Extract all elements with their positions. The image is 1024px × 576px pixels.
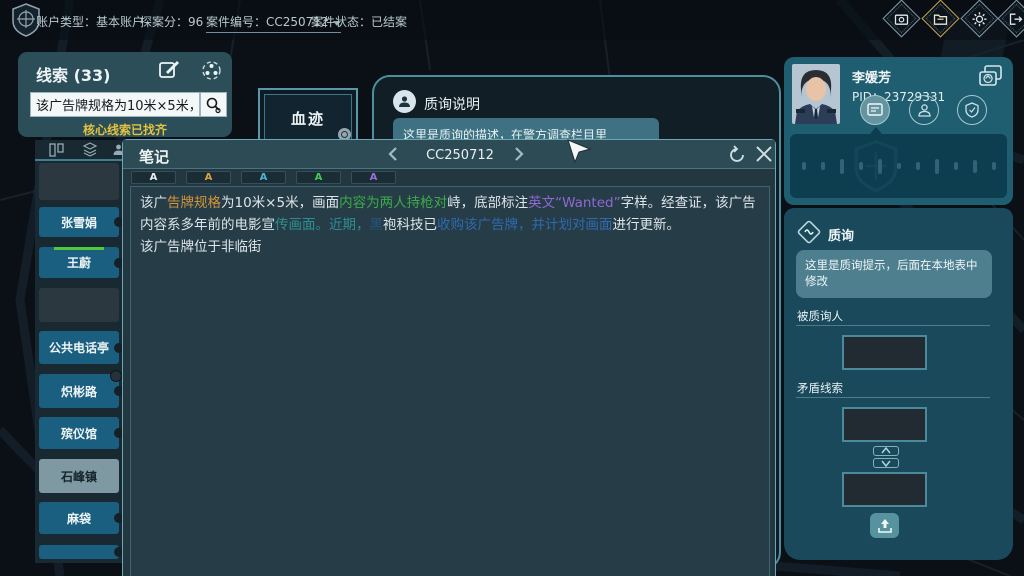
clue-item-selected[interactable]: 石峰镇 <box>39 459 119 493</box>
clue-item[interactable]: 麻袋 <box>39 502 119 534</box>
active-tab-pointer <box>870 127 882 134</box>
inquiry-tip: 这里是质询提示，后面在本地表中修改 <box>796 250 992 298</box>
close-icon[interactable] <box>754 144 774 164</box>
conflict-label: 矛盾线索 <box>797 380 843 396</box>
exit-icon <box>1010 12 1024 26</box>
timeline-scrubber[interactable] <box>790 134 1007 198</box>
clue-item[interactable]: 张雪娟 <box>39 207 119 237</box>
settings-button[interactable] <box>960 0 998 38</box>
down-icon <box>881 459 891 467</box>
capture-button[interactable] <box>882 0 920 38</box>
color-tabs: A A A A A <box>123 169 775 186</box>
badge-tab-button[interactable] <box>860 95 890 125</box>
mouse-cursor <box>565 137 593 165</box>
chevron-left-icon[interactable] <box>387 146 399 162</box>
inquiry-diamond-icon <box>796 219 822 245</box>
account-type: 账户类型：基本账户 <box>36 13 144 30</box>
color-tab-cyan[interactable]: A <box>241 171 286 184</box>
clue-slot-empty <box>39 288 119 322</box>
character-card: 李媛芳 PID：23729331 <box>784 57 1013 205</box>
exit-button[interactable] <box>997 0 1024 38</box>
switch-card-icon[interactable] <box>977 63 1005 91</box>
core-clues-status: 核心线索已找齐 <box>18 121 232 138</box>
inquiry-desc-avatar-icon <box>393 90 416 113</box>
color-tab-green[interactable]: A <box>296 171 341 184</box>
search-gear-icon <box>205 96 223 114</box>
conflict-drop-slot-2[interactable] <box>842 472 927 507</box>
inquiry-panel: 质询 这里是质询提示，后面在本地表中修改 被质询人 矛盾线索 <box>784 208 1013 560</box>
relation-graph-icon[interactable] <box>200 59 223 82</box>
game-screen: 账户类型：基本账户 探案分：96 案件编号：CC250712 案件状态：已结案 <box>0 0 1024 576</box>
clue-item[interactable]: 殡仪馆 <box>39 417 119 449</box>
color-tab-white[interactable]: A <box>131 171 176 184</box>
notes-modal: 笔记 CC250712 A A A A A 该广告牌规格为10米×5米，画面内容… <box>122 139 776 576</box>
sort-layers-icon[interactable] <box>82 142 98 157</box>
clue-search-input[interactable] <box>30 92 200 117</box>
badge-icon <box>867 103 883 117</box>
green-marker <box>54 247 104 250</box>
target-drop-slot[interactable] <box>842 335 927 370</box>
item-badge-icon <box>110 370 122 382</box>
settings-icon <box>972 11 987 26</box>
notes-text-area[interactable]: 该广告牌规格为10米×5米，画面内容为两人持枪对峙，底部标注英文“Wanted”… <box>130 186 770 576</box>
color-tab-orange[interactable]: A <box>186 171 231 184</box>
notes-title: 笔记 <box>139 146 169 167</box>
shield-tab-button[interactable] <box>957 95 987 125</box>
divider <box>796 325 990 326</box>
detective-score: 探案分：96 <box>140 13 203 30</box>
clue-item[interactable]: 公共电话亭 <box>39 331 119 364</box>
clue-item-partial[interactable] <box>39 545 119 559</box>
clue-slot-empty <box>39 163 119 200</box>
profile-tab-button[interactable] <box>909 95 939 125</box>
move-down-button[interactable] <box>873 458 899 468</box>
clue-item[interactable]: 炽彬路 <box>39 374 119 408</box>
folder-icon <box>934 12 948 26</box>
board-filter-icon[interactable] <box>49 143 64 157</box>
case-status: 案件状态：已结案 <box>311 13 407 30</box>
character-portrait <box>792 64 840 124</box>
clues-title: 线索 (33) <box>36 62 110 86</box>
inquiry-title: 质询 <box>828 225 854 244</box>
inquiry-desc-title: 质询说明 <box>424 94 480 114</box>
conflict-drop-slot-1[interactable] <box>842 407 927 442</box>
move-up-button[interactable] <box>873 446 899 456</box>
target-label: 被质询人 <box>797 308 843 324</box>
submit-inquiry-button[interactable] <box>870 513 899 538</box>
capture-icon <box>895 12 909 26</box>
divider <box>796 397 990 398</box>
notes-modal-header: 笔记 CC250712 <box>123 140 775 169</box>
color-tab-purple[interactable]: A <box>351 171 396 184</box>
refresh-icon[interactable] <box>726 144 748 166</box>
clue-item[interactable]: 王蔚 <box>39 247 119 278</box>
notes-case-number: CC250712 <box>415 148 505 163</box>
shield-icon <box>965 102 979 118</box>
up-icon <box>881 447 891 455</box>
case-folder-button[interactable] <box>921 0 959 38</box>
search-button[interactable] <box>200 92 227 117</box>
submit-icon <box>877 518 893 534</box>
character-name: 李媛芳 <box>852 67 891 86</box>
profile-icon <box>917 103 932 118</box>
chevron-right-icon[interactable] <box>513 146 525 162</box>
top-status-bar: 账户类型：基本账户 探案分：96 案件编号：CC250712 案件状态：已结案 <box>0 0 1024 40</box>
compose-icon[interactable] <box>158 59 180 81</box>
